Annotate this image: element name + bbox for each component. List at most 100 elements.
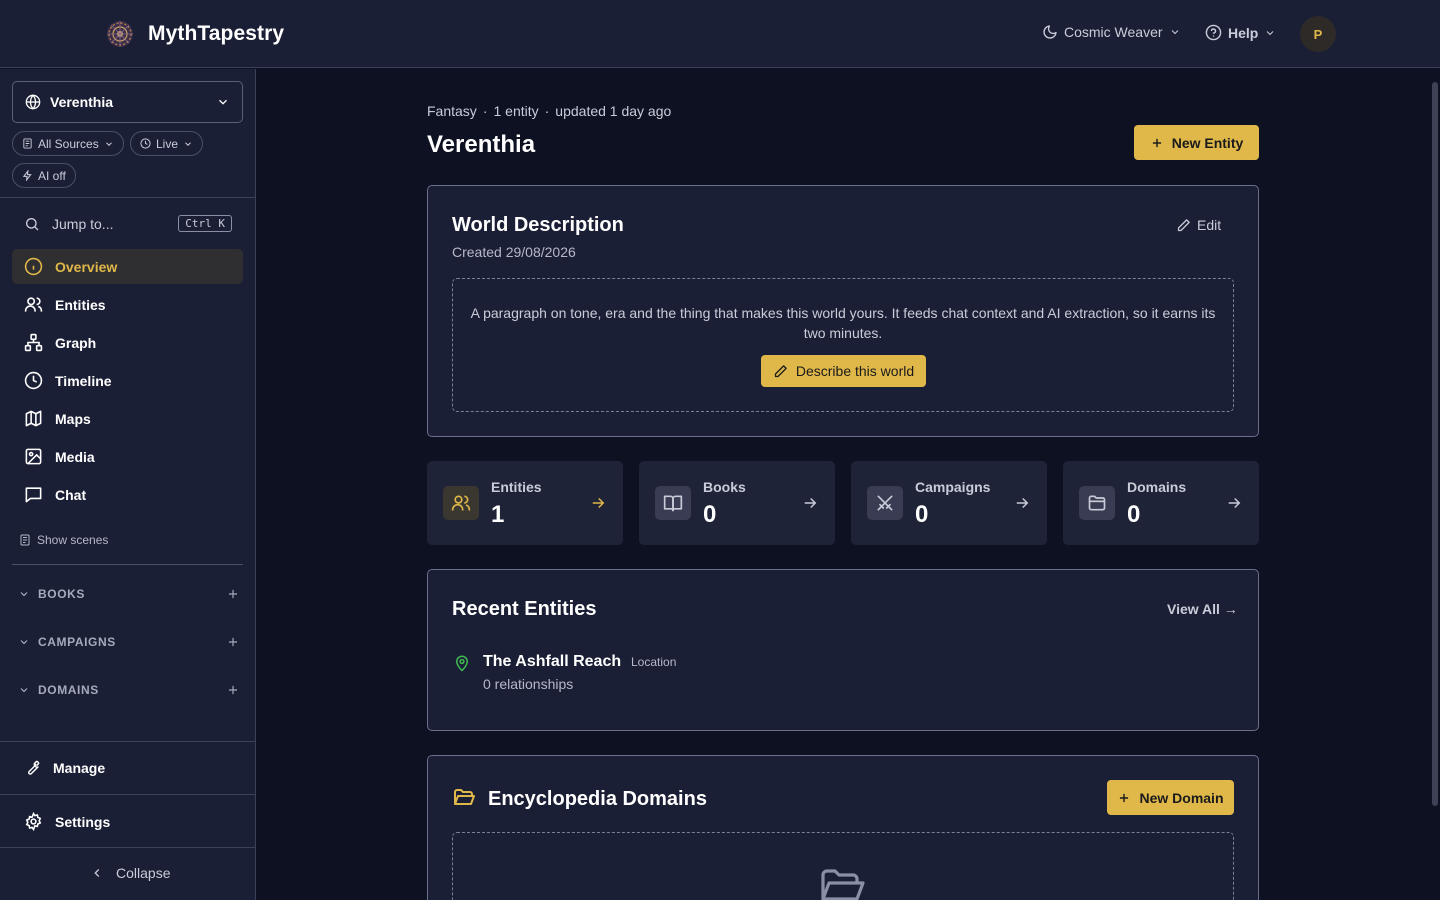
new-entity-label: New Entity — [1171, 134, 1244, 151]
ai-toggle[interactable]: AI off — [12, 163, 76, 188]
stat-domains[interactable]: Domains 0 — [1063, 461, 1259, 545]
folder-open-icon — [819, 867, 867, 900]
jump-to-search[interactable]: Jump to... Ctrl K — [24, 215, 232, 232]
sources-filter[interactable]: All Sources — [12, 131, 124, 156]
show-scenes-label: Show scenes — [37, 533, 109, 547]
recent-entities-card: Recent Entities View All → The Ashfall R… — [427, 569, 1259, 731]
collapse-label: Collapse — [116, 865, 171, 881]
world-selector[interactable]: Verenthia — [12, 81, 243, 123]
theme-dropdown[interactable]: Cosmic Weaver — [1042, 24, 1181, 40]
stat-value: 0 — [915, 501, 929, 528]
divider — [0, 794, 255, 795]
image-icon — [24, 447, 43, 466]
nav-timeline[interactable]: Timeline — [12, 363, 243, 398]
view-all-link[interactable]: View All → — [1167, 601, 1238, 617]
help-circle-icon — [1205, 24, 1222, 41]
chevron-down-icon — [1264, 27, 1276, 39]
nav-label: Media — [55, 448, 95, 465]
divider — [0, 847, 255, 848]
section-label: CAMPAIGNS — [38, 635, 116, 649]
add-book-icon[interactable] — [226, 587, 240, 601]
map-pin-icon — [453, 654, 471, 692]
list-item[interactable]: The Ashfall Reach Location 0 relationshi… — [453, 653, 676, 692]
swords-icon — [867, 486, 903, 520]
live-label: Live — [156, 136, 179, 151]
nav-media[interactable]: Media — [12, 439, 243, 474]
nav-entities[interactable]: Entities — [12, 287, 243, 322]
section-domains[interactable]: DOMAINS — [18, 683, 240, 697]
describe-world-button[interactable]: Describe this world — [761, 355, 926, 387]
stat-entities[interactable]: Entities 1 — [427, 461, 623, 545]
stat-label: Campaigns — [915, 479, 991, 495]
meta-separator: · — [544, 103, 550, 119]
nav-label: Overview — [55, 258, 118, 275]
stat-value: 0 — [703, 501, 717, 528]
arrow-right-icon — [1013, 494, 1031, 512]
jump-label: Jump to... — [52, 215, 114, 232]
help-label: Help — [1228, 24, 1259, 41]
app-title[interactable]: MythTapestry — [148, 22, 284, 46]
chevron-down-icon — [1169, 26, 1181, 38]
document-icon — [22, 138, 33, 149]
description-placeholder: A paragraph on tone, era and the thing t… — [452, 278, 1234, 412]
add-domain-icon[interactable] — [226, 683, 240, 697]
nav-label: Entities — [55, 296, 106, 313]
chat-icon — [24, 485, 43, 504]
nav-label: Graph — [55, 334, 97, 351]
live-filter[interactable]: Live — [130, 131, 204, 156]
card-title: Recent Entities — [452, 598, 597, 620]
top-bar: MythTapestry Cosmic Weaver Help P — [0, 0, 1440, 68]
nav-overview[interactable]: Overview — [12, 249, 243, 284]
collapse-sidebar-button[interactable]: Collapse — [90, 865, 170, 881]
globe-icon — [25, 94, 41, 110]
section-campaigns[interactable]: CAMPAIGNS — [18, 635, 240, 649]
stat-label: Domains — [1127, 479, 1187, 495]
chevron-down-icon — [18, 588, 30, 600]
help-dropdown[interactable]: Help — [1205, 24, 1276, 41]
stat-value: 0 — [1127, 501, 1141, 528]
section-label: DOMAINS — [38, 683, 99, 697]
section-books[interactable]: BOOKS — [18, 587, 240, 601]
stat-campaigns[interactable]: Campaigns 0 — [851, 461, 1047, 545]
manage-link[interactable]: Manage — [24, 759, 105, 776]
chevron-down-icon — [18, 684, 30, 696]
chevron-down-icon — [104, 139, 114, 149]
settings-link[interactable]: Settings — [24, 812, 110, 831]
show-scenes-toggle[interactable]: Show scenes — [19, 533, 108, 547]
main-scrollbar[interactable] — [1429, 69, 1440, 900]
info-icon — [24, 257, 43, 276]
scrollbar-thumb[interactable] — [1432, 82, 1438, 806]
clock-icon — [24, 371, 43, 390]
nav-maps[interactable]: Maps — [12, 401, 243, 436]
sidebar: Verenthia All Sources Live AI off Jump t… — [0, 69, 256, 900]
world-description-card: World Description Created 29/08/2026 Edi… — [427, 185, 1259, 437]
encyclopedia-domains-card: Encyclopedia Domains New Domain — [427, 755, 1259, 900]
description-hint: A paragraph on tone, era and the thing t… — [470, 305, 1216, 341]
folder-open-icon — [452, 786, 476, 810]
gear-icon — [24, 812, 43, 831]
arrow-right-icon — [801, 494, 819, 512]
entity-relationships: 0 relationships — [483, 676, 574, 692]
users-icon — [443, 486, 479, 520]
nav-chat[interactable]: Chat — [12, 477, 243, 512]
chevron-down-icon — [216, 95, 230, 109]
card-title: World Description — [452, 214, 624, 236]
pencil-icon — [1176, 218, 1191, 233]
describe-label: Describe this world — [795, 363, 915, 379]
edit-button[interactable]: Edit — [1176, 217, 1221, 233]
stat-books[interactable]: Books 0 — [639, 461, 835, 545]
folder-icon — [1079, 486, 1115, 520]
search-icon — [24, 216, 40, 232]
nav-graph[interactable]: Graph — [12, 325, 243, 360]
book-icon — [655, 486, 691, 520]
stat-value: 1 — [491, 501, 505, 528]
chevron-down-icon — [18, 636, 30, 648]
new-entity-button[interactable]: New Entity — [1134, 125, 1259, 160]
theme-label: Cosmic Weaver — [1064, 24, 1163, 40]
logo-icon[interactable] — [104, 18, 136, 50]
add-campaign-icon[interactable] — [226, 635, 240, 649]
page-title: Verenthia — [427, 131, 536, 158]
new-domain-button[interactable]: New Domain — [1107, 780, 1234, 815]
users-icon — [24, 295, 43, 314]
user-avatar[interactable]: P — [1300, 16, 1336, 52]
